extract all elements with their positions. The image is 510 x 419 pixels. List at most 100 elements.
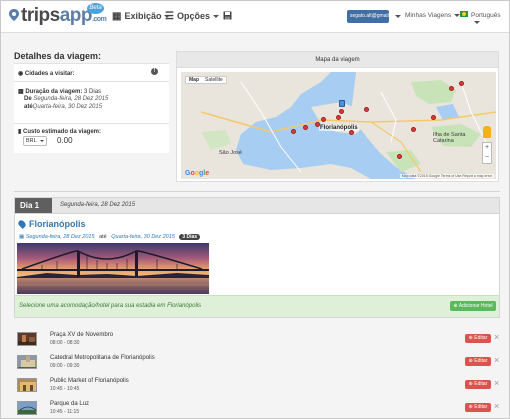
edit-button[interactable]: ⊕ Editar — [465, 403, 491, 412]
map-marker[interactable] — [411, 127, 416, 132]
trip-details-title: Detalhes da viagem: — [14, 51, 102, 61]
chart-bar-icon: ▮ — [18, 129, 22, 135]
map-canvas[interactable]: Map Satellite São José Ilha de Santa Cat… — [181, 72, 496, 179]
floppy-disk-icon — [223, 11, 232, 20]
edit-icon: ⊕ — [468, 335, 473, 341]
plus-circle-icon: ⊕ — [453, 303, 458, 309]
edit-button[interactable]: ⊕ Editar — [465, 334, 491, 343]
map-pin-logo-icon — [9, 9, 19, 21]
remove-icon[interactable]: × — [494, 401, 499, 411]
menu-view[interactable]: ▦ Exibição — [112, 11, 171, 22]
beta-badge: Beta — [87, 3, 104, 14]
cities-section: ◉ Cidades a visitar: — [14, 63, 169, 81]
activity-time: 09:00 - 09:30 — [50, 363, 80, 369]
zoom-control[interactable]: + − — [482, 142, 492, 164]
activity-thumbnail — [17, 401, 37, 415]
user-account-button[interactable]: segato.alt@gmail.com — [347, 10, 389, 23]
currency-select[interactable]: BRL — [23, 136, 47, 146]
chevron-down-icon — [474, 20, 480, 24]
map-marker[interactable] — [449, 86, 454, 91]
duration-label: ▦ Duração da viagem: 3 Dias — [18, 89, 102, 95]
map-marker[interactable] — [397, 154, 402, 159]
current-location-marker[interactable] — [339, 100, 345, 107]
edit-icon: ⊕ — [468, 358, 473, 364]
menu-my-trips[interactable]: Minhas Viagens — [405, 12, 461, 19]
activity-name: Public Market of Florianópolis — [50, 378, 129, 384]
day-header: Dia 1 Segunda-feira, 28 Dez 2015 — [14, 197, 500, 214]
chevron-down-icon — [212, 15, 219, 19]
remove-icon[interactable]: × — [494, 378, 499, 388]
navbar: tripsapp.com Beta ▦ Exibição ☰ Opções sega… — [1, 1, 509, 33]
map-marker[interactable] — [431, 115, 436, 120]
map-title: Mapa da viagem — [177, 52, 498, 68]
activity-thumbnail — [17, 332, 37, 346]
brazil-flag-icon — [460, 11, 468, 17]
cost-value: 0.00 — [57, 136, 73, 145]
menu-options[interactable]: ☰ Opções — [165, 11, 219, 22]
activity-row[interactable]: Praça XV de Novembro 08:00 - 08:30 ⊕ Edi… — [14, 329, 500, 349]
day-tab[interactable]: Dia 1 — [15, 198, 52, 213]
activity-name: Catedral Metropolitana de Florianópolis — [50, 355, 155, 361]
chevron-down-icon[interactable] — [395, 15, 401, 18]
map-marker[interactable] — [291, 129, 296, 134]
menu-icon: ☰ — [165, 11, 174, 22]
menu-language[interactable]: Português — [471, 12, 509, 26]
activity-row[interactable]: Public Market of Florianópolis 10:45 - 1… — [14, 375, 500, 395]
map-label-ilha: Ilha de Santa Catarina — [433, 132, 466, 144]
map-marker[interactable] — [336, 115, 341, 120]
cost-label: ▮ Custo estimado da viagem: — [18, 129, 102, 135]
map-label-sao-jose: São José — [219, 150, 242, 156]
destination-dates: ▦ Segunda-feira, 28 Dez 2015 até Quarta-… — [19, 234, 201, 240]
activity-thumbnail — [17, 378, 37, 392]
map-marker-icon — [17, 219, 27, 229]
days-badge: 3 Dias — [179, 234, 201, 240]
map-attribution[interactable]: Map data ©2015 Google Terms of Use Repor… — [399, 174, 494, 178]
edit-button[interactable]: ⊕ Editar — [465, 357, 491, 366]
save-button[interactable] — [223, 11, 232, 22]
map-marker[interactable] — [349, 130, 354, 135]
map-marker[interactable] — [315, 122, 320, 127]
edit-button[interactable]: ⊕ Editar — [465, 380, 491, 389]
map-marker[interactable] — [459, 81, 464, 86]
grid-icon: ▦ — [112, 11, 122, 22]
street-view-pegman-icon[interactable] — [483, 126, 491, 138]
cities-label: ◉ Cidades a visitar: — [18, 71, 75, 77]
edit-icon: ⊕ — [468, 404, 473, 410]
map-type-toggle[interactable]: Map Satellite — [185, 76, 227, 84]
zoom-out-button[interactable]: − — [483, 153, 491, 163]
map-marker[interactable] — [339, 109, 344, 114]
trip-map-panel: Mapa da viagem Map Satellite São José Il… — [176, 51, 499, 182]
map-type-map[interactable]: Map — [186, 77, 202, 83]
destination-title[interactable]: Florianópolis — [17, 219, 86, 229]
activity-row[interactable]: Parque da Luz 10:45 - 11:15 ⊕ Editar × — [14, 398, 500, 418]
chevron-down-icon — [40, 140, 44, 142]
add-hotel-button[interactable]: ⊕ Adicionar Hotel — [450, 301, 496, 311]
map-type-satellite[interactable]: Satellite — [202, 77, 226, 83]
activity-time: 10:45 - 11:15 — [50, 409, 80, 415]
map-marker[interactable] — [364, 107, 369, 112]
duration-to: atéQuarta-feira, 30 Dez 2015 — [24, 104, 103, 110]
map-marker[interactable] — [321, 117, 326, 122]
calendar-icon: ▦ — [19, 234, 25, 240]
hotel-prompt: Selecione uma acomodação/hotel para sua … — [19, 303, 202, 309]
globe-icon: ◉ — [18, 71, 24, 77]
section-divider — [14, 191, 500, 192]
hotel-selection-bar: Selecione uma acomodação/hotel para sua … — [15, 295, 499, 317]
activity-row[interactable]: Catedral Metropolitana de Florianópolis … — [14, 352, 500, 372]
remove-icon[interactable]: × — [494, 355, 499, 365]
duration-from: De Segunda-feira, 28 Dez 2015 — [24, 96, 109, 102]
app-frame: tripsapp.com Beta ▦ Exibição ☰ Opções sega… — [0, 0, 510, 419]
remove-icon[interactable]: × — [494, 332, 499, 342]
map-marker[interactable] — [303, 125, 308, 130]
activity-name: Praça XV de Novembro — [50, 332, 114, 338]
calendar-icon: ▦ — [18, 89, 24, 95]
edit-icon: ⊕ — [468, 381, 473, 387]
activity-thumbnail — [17, 355, 37, 369]
info-icon[interactable]: ! — [151, 68, 158, 75]
duration-section: ▦ Duração da viagem: 3 Dias De Segunda-f… — [14, 81, 169, 123]
google-logo: Google — [185, 170, 210, 177]
activity-time: 10:45 - 10:45 — [50, 386, 80, 392]
zoom-in-button[interactable]: + — [483, 143, 491, 153]
hercilio-luz-bridge-image — [17, 243, 209, 294]
day-date: Segunda-feira, 28 Dez 2015 — [60, 202, 136, 208]
